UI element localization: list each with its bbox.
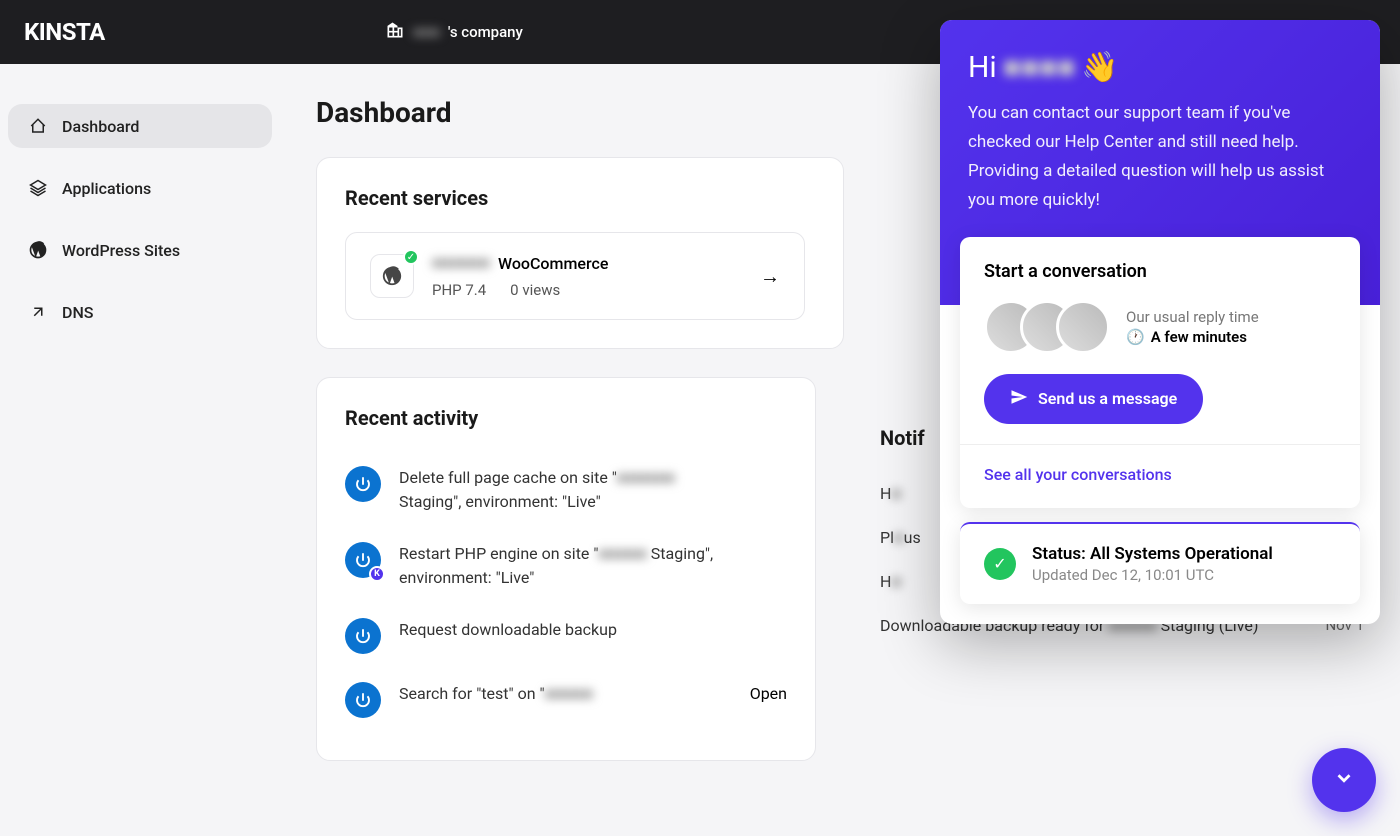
check-icon: ✓	[984, 548, 1016, 580]
service-views: 0 views	[510, 281, 560, 299]
page-title: Dashboard	[316, 96, 844, 129]
status-updated: Updated Dec 12, 10:01 UTC	[1032, 566, 1273, 584]
activity-text: Request downloadable backup	[399, 618, 617, 642]
avatar-stack	[984, 300, 1110, 354]
activity-text: Search for "test" on "■■■■■	[399, 682, 593, 706]
send-icon	[1010, 388, 1028, 410]
reply-label: Our usual reply time	[1126, 308, 1259, 326]
activity-status: Open	[750, 682, 787, 703]
sidebar-item-label: DNS	[62, 303, 93, 322]
notification-text: Pl■us	[880, 528, 921, 548]
send-message-button[interactable]: Send us a message	[984, 374, 1203, 424]
activity-row[interactable]: K Restart PHP engine on site "■■■■■ Stag…	[345, 528, 787, 604]
company-name-redacted: ■■■	[413, 23, 440, 41]
activity-text: Delete full page cache on site "■■■■■■ S…	[399, 466, 719, 514]
service-php: PHP 7.4	[432, 281, 486, 299]
panel-title: Recent services	[345, 186, 815, 210]
avatar	[1056, 300, 1110, 354]
building-icon	[385, 20, 405, 44]
arrow-right-icon: →	[760, 264, 780, 289]
sidebar-item-dns[interactable]: DNS	[8, 290, 272, 334]
wave-icon: 👋	[1081, 50, 1118, 85]
sidebar-item-dashboard[interactable]: Dashboard	[8, 104, 272, 148]
power-icon	[345, 466, 381, 502]
panel-title: Recent activity	[345, 406, 787, 430]
card-title: Start a conversation	[984, 261, 1336, 282]
activity-row[interactable]: Delete full page cache on site "■■■■■■ S…	[345, 452, 787, 528]
power-icon	[345, 682, 381, 718]
chat-subtext: You can contact our support team if you'…	[968, 99, 1352, 215]
wordpress-icon: ✓	[370, 254, 414, 298]
power-icon: K	[345, 542, 381, 578]
see-all-conversations-link[interactable]: See all your conversations	[984, 465, 1336, 484]
notification-text: H■	[880, 572, 901, 592]
service-card[interactable]: ✓ ■■■■■■ WooCommerce PHP 7.4 0 views →	[345, 232, 805, 320]
check-badge: ✓	[403, 249, 419, 265]
notification-text: H■	[880, 484, 901, 504]
chevron-down-icon	[1333, 767, 1355, 793]
conversation-card: Start a conversation Our usual reply tim…	[960, 237, 1360, 508]
sidebar-item-label: Dashboard	[62, 117, 139, 136]
sidebar-item-applications[interactable]: Applications	[8, 166, 272, 210]
reply-time: 🕐 A few minutes	[1126, 328, 1259, 346]
chat-widget: Hi ■■■■ 👋 You can contact our support te…	[940, 20, 1380, 624]
chat-greeting: Hi ■■■■ 👋	[968, 50, 1352, 85]
service-name-suffix: WooCommerce	[498, 254, 608, 273]
activity-row[interactable]: Search for "test" on "■■■■■ Open	[345, 668, 787, 732]
company-selector[interactable]: ■■■ 's company	[385, 20, 523, 44]
recent-activity-panel: Recent activity Delete full page cache o…	[316, 377, 816, 761]
main-content: Dashboard Recent services ✓ ■■■■■■ WooCo…	[280, 64, 880, 836]
wordpress-icon	[28, 240, 48, 260]
chat-toggle-fab[interactable]	[1312, 748, 1376, 812]
recent-services-panel: Recent services ✓ ■■■■■■ WooCommerce PHP…	[316, 157, 844, 349]
sidebar: Dashboard Applications WordPress Sites D…	[0, 64, 280, 836]
dns-icon	[28, 302, 48, 322]
status-text: Status: All Systems Operational	[1032, 544, 1273, 564]
activity-text: Restart PHP engine on site "■■■■■ Stagin…	[399, 542, 719, 590]
status-card[interactable]: ✓ Status: All Systems Operational Update…	[960, 522, 1360, 604]
sidebar-item-wordpress[interactable]: WordPress Sites	[8, 228, 272, 272]
sidebar-item-label: Applications	[62, 179, 151, 198]
service-name-redacted: ■■■■■■	[432, 253, 490, 273]
activity-row[interactable]: Request downloadable backup	[345, 604, 787, 668]
logo[interactable]: KINSTA	[24, 18, 105, 46]
home-icon	[28, 116, 48, 136]
layers-icon	[28, 178, 48, 198]
company-suffix: 's company	[448, 23, 523, 41]
sidebar-item-label: WordPress Sites	[62, 241, 180, 260]
k-badge: K	[369, 566, 385, 582]
power-icon	[345, 618, 381, 654]
clock-icon: 🕐	[1126, 328, 1145, 346]
